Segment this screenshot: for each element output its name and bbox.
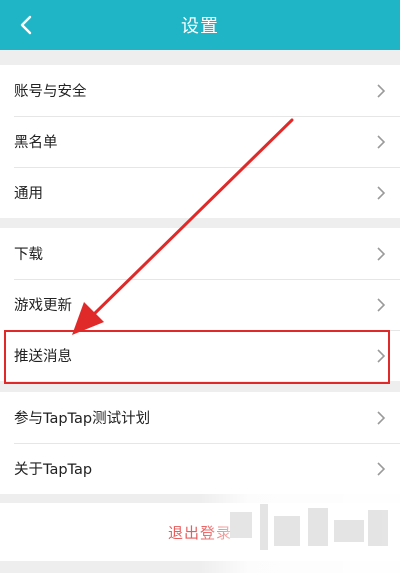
annotation-highlight-box bbox=[4, 330, 390, 384]
chevron-right-icon bbox=[377, 297, 386, 312]
settings-item-label: 游戏更新 bbox=[14, 298, 72, 314]
settings-item-game-updates[interactable]: 游戏更新 bbox=[0, 279, 400, 330]
chevron-left-icon bbox=[20, 15, 32, 35]
chevron-right-icon bbox=[377, 134, 386, 149]
settings-item-label: 关于TapTap bbox=[14, 462, 93, 478]
chevron-right-icon bbox=[377, 410, 386, 425]
chevron-right-icon bbox=[377, 246, 386, 261]
settings-item-download[interactable]: 下载 bbox=[0, 228, 400, 279]
chevron-right-icon bbox=[377, 185, 386, 200]
settings-item-label: 通用 bbox=[14, 186, 43, 202]
title-bar: 设置 bbox=[0, 0, 400, 50]
logout-button[interactable]: 退出登录 bbox=[0, 503, 400, 561]
settings-item-label: 参与TapTap测试计划 bbox=[14, 411, 151, 427]
settings-group-about: 参与TapTap测试计划 关于TapTap bbox=[0, 392, 400, 494]
settings-item-about-taptap[interactable]: 关于TapTap bbox=[0, 443, 400, 494]
settings-item-blacklist[interactable]: 黑名单 bbox=[0, 116, 400, 167]
settings-item-label: 账号与安全 bbox=[14, 84, 87, 100]
logout-label: 退出登录 bbox=[167, 523, 232, 542]
settings-group-account: 账号与安全 黑名单 通用 bbox=[0, 65, 400, 218]
settings-item-label: 下载 bbox=[14, 247, 43, 263]
page-title: 设置 bbox=[181, 16, 219, 37]
settings-item-general[interactable]: 通用 bbox=[0, 167, 400, 218]
settings-item-account-security[interactable]: 账号与安全 bbox=[0, 65, 400, 116]
back-button[interactable] bbox=[6, 5, 46, 45]
settings-item-label: 黑名单 bbox=[14, 135, 58, 151]
chevron-right-icon bbox=[377, 461, 386, 476]
settings-item-taptap-testing[interactable]: 参与TapTap测试计划 bbox=[0, 392, 400, 443]
chevron-right-icon bbox=[377, 83, 386, 98]
